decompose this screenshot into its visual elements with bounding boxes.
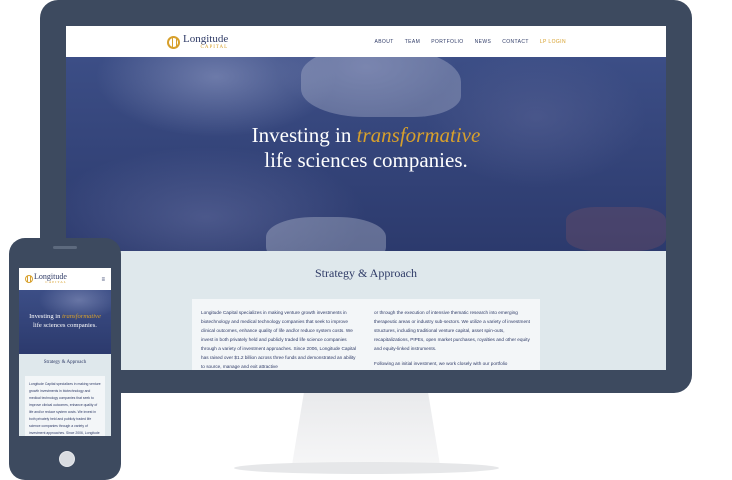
strategy-right-text-2: Following an initial investment, we work…	[374, 361, 508, 366]
strategy-card: Longitude Capital specializes in making …	[192, 299, 540, 370]
strategy-left-text: Longitude Capital specializes in making …	[201, 310, 357, 369]
strategy-right-text: or through the execution of intensive th…	[374, 310, 530, 351]
hero-photo-surgeon	[301, 57, 461, 117]
strategy-left-column: Longitude Capital specializes in making …	[201, 308, 358, 370]
nav-item-portfolio[interactable]: PORTFOLIO	[431, 39, 463, 45]
mobile-hero-prefix: Investing in	[29, 313, 63, 320]
mobile-nav: Longitude CAPITAL ≡	[19, 268, 111, 290]
monitor-stand	[292, 393, 440, 465]
mobile-hero: Investing in transformative life science…	[19, 290, 111, 354]
hero-banner: Investing in transformative life science…	[66, 57, 666, 251]
mobile-logo[interactable]: Longitude CAPITAL	[25, 273, 67, 285]
hero-line1-accent: transformative	[356, 123, 481, 147]
hero-line1-prefix: Investing in	[251, 123, 357, 147]
logo-icon	[167, 35, 180, 49]
mobile-screen: Longitude CAPITAL ≡ Investing in transfo…	[19, 268, 111, 436]
strategy-right-column: or through the execution of intensive th…	[374, 308, 531, 370]
nav-item-news[interactable]: NEWS	[475, 39, 492, 45]
mobile-logo-icon	[25, 274, 33, 283]
hero-line2: life sciences companies.	[264, 148, 468, 172]
nav-item-lp-login[interactable]: LP LOGIN	[540, 39, 566, 45]
hero-title: Investing in transformative life science…	[66, 123, 666, 173]
nav-item-contact[interactable]: CONTACT	[502, 39, 529, 45]
mobile-strategy-title: Strategy & Approach	[43, 360, 87, 365]
phone-home-button[interactable]	[59, 451, 75, 467]
mobile-phone: Longitude CAPITAL ≡ Investing in transfo…	[9, 238, 121, 480]
top-nav: Longitude CAPITAL ABOUT TEAM PORTFOLIO N…	[66, 26, 666, 57]
logo-name: Longitude	[183, 33, 229, 45]
hero-photo-detail	[566, 207, 666, 251]
main-menu: ABOUT TEAM PORTFOLIO NEWS CONTACT LP LOG…	[374, 39, 566, 45]
phone-speaker	[53, 246, 77, 249]
mobile-hero-line2: life sciences companies.	[33, 322, 97, 329]
nav-item-about[interactable]: ABOUT	[374, 39, 393, 45]
logo-sub: CAPITAL	[200, 45, 229, 50]
strategy-title: Strategy & Approach	[315, 266, 417, 280]
mobile-hero-title: Investing in transformative life science…	[19, 312, 111, 330]
nav-item-team[interactable]: TEAM	[405, 39, 421, 45]
mobile-strategy-card: Longitude Capital specializes in making …	[25, 376, 105, 436]
hero-photo-gloves	[266, 217, 386, 251]
desktop-screen: Longitude CAPITAL ABOUT TEAM PORTFOLIO N…	[66, 26, 666, 370]
hamburger-icon[interactable]: ≡	[101, 277, 105, 283]
mobile-strategy-text: Longitude Capital specializes in making …	[29, 382, 101, 435]
monitor-base	[234, 462, 499, 474]
logo[interactable]: Longitude CAPITAL	[167, 32, 228, 52]
mobile-logo-sub: CAPITAL	[45, 280, 67, 284]
mobile-hero-accent: transformative	[62, 313, 101, 320]
